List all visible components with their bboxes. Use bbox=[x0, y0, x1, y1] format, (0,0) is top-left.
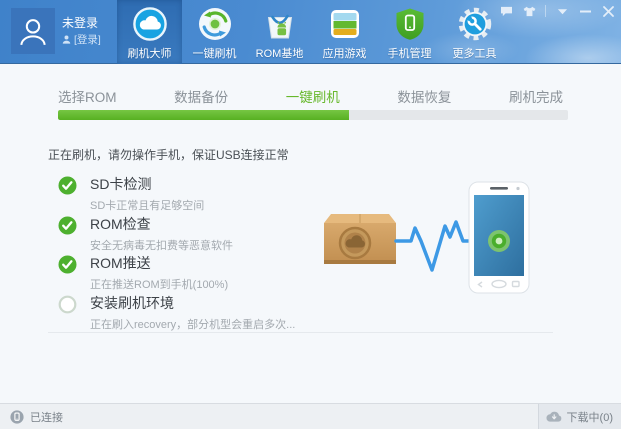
step-rom-check: ROM检查 安全无病毒无扣费等恶意软件 bbox=[58, 214, 338, 253]
content-divider bbox=[48, 332, 553, 333]
nav-item-apps-games[interactable]: 应用游戏 bbox=[312, 0, 377, 64]
nav-item-label: 更多工具 bbox=[453, 45, 497, 61]
progress-bar bbox=[58, 110, 568, 120]
comment-bubble-icon[interactable] bbox=[499, 5, 513, 17]
nav-item-phone-manager[interactable]: 手机管理 bbox=[377, 0, 442, 64]
nav-item-label: ROM基地 bbox=[256, 45, 304, 61]
nav-item-flash-master[interactable]: 刷机大师 bbox=[117, 0, 182, 64]
gear-wrench-icon bbox=[457, 6, 493, 42]
nav-item-one-key-flash[interactable]: 一键刷机 bbox=[182, 0, 247, 64]
chevron-down-icon[interactable] bbox=[555, 5, 569, 17]
status-bar: 已连接 下载中(0) bbox=[0, 403, 621, 429]
rom-package-box-icon bbox=[324, 214, 396, 264]
nav-item-label: 刷机大师 bbox=[128, 45, 172, 61]
divider bbox=[545, 5, 546, 17]
apps-stripes-icon bbox=[327, 6, 363, 42]
shield-phone-icon bbox=[392, 6, 428, 42]
check-circle-icon bbox=[58, 176, 77, 195]
close-icon[interactable] bbox=[601, 5, 615, 17]
download-status[interactable]: 下载中(0) bbox=[538, 404, 621, 429]
tab-one-key-flash[interactable]: 一键刷机 bbox=[286, 86, 340, 106]
shopping-bag-android-icon bbox=[262, 6, 298, 42]
check-circle-icon bbox=[58, 216, 77, 235]
login-link-label: [登录] bbox=[74, 32, 101, 47]
step-sd-check: SD卡检测 SD卡正常且有足够空间 bbox=[58, 174, 338, 213]
progress-fill bbox=[58, 110, 349, 120]
cloud-icon bbox=[132, 6, 168, 42]
step-rom-push: ROM推送 正在推送ROM到手机(100%) bbox=[58, 253, 338, 292]
phone-with-progress-icon bbox=[469, 182, 529, 293]
wizard-tabs: 选择ROM 数据备份 一键刷机 数据恢复 刷机完成 bbox=[58, 86, 563, 106]
step-detail: 正在刷入recovery，部分机型会重启多次... bbox=[90, 316, 338, 332]
user-name: 未登录 bbox=[62, 14, 98, 31]
nav-item-label: 手机管理 bbox=[388, 45, 432, 61]
status-message: 正在刷机，请勿操作手机，保证USB连接正常 bbox=[48, 146, 289, 163]
refresh-arrows-icon bbox=[197, 6, 233, 42]
connection-status[interactable]: 已连接 bbox=[10, 409, 63, 425]
tab-choose-rom[interactable]: 选择ROM bbox=[58, 86, 117, 106]
nav-item-label: 一键刷机 bbox=[193, 45, 237, 61]
flash-illustration bbox=[300, 160, 560, 310]
main-nav: 刷机大师 一键刷机 bbox=[117, 0, 507, 64]
login-link[interactable]: [登录] bbox=[62, 32, 101, 47]
tab-flash-complete[interactable]: 刷机完成 bbox=[509, 86, 563, 106]
pending-circle-icon bbox=[58, 295, 77, 314]
tshirt-skin-icon[interactable] bbox=[522, 5, 536, 17]
step-install-env: 安装刷机环境 正在刷入recovery，部分机型会重启多次... bbox=[58, 293, 338, 332]
download-label: 下载中(0) bbox=[567, 409, 613, 425]
check-circle-icon bbox=[58, 255, 77, 274]
avatar[interactable] bbox=[11, 8, 55, 54]
mini-person-icon bbox=[62, 35, 71, 44]
tab-data-restore[interactable]: 数据恢复 bbox=[397, 86, 451, 106]
header-bar: 未登录 [登录] 刷机大师 bbox=[0, 0, 621, 64]
connection-label: 已连接 bbox=[30, 409, 63, 425]
app-window: 未登录 [登录] 刷机大师 bbox=[0, 0, 621, 429]
nav-item-label: 应用游戏 bbox=[323, 45, 367, 61]
phone-circle-icon bbox=[10, 410, 24, 424]
window-controls bbox=[499, 5, 615, 17]
nav-item-rom-base[interactable]: ROM基地 bbox=[247, 0, 312, 64]
person-icon bbox=[16, 14, 50, 48]
cloud-download-icon bbox=[546, 411, 562, 422]
minimize-icon[interactable] bbox=[578, 5, 592, 17]
nav-item-more-tools[interactable]: 更多工具 bbox=[442, 0, 507, 64]
tab-data-backup[interactable]: 数据备份 bbox=[174, 86, 228, 106]
